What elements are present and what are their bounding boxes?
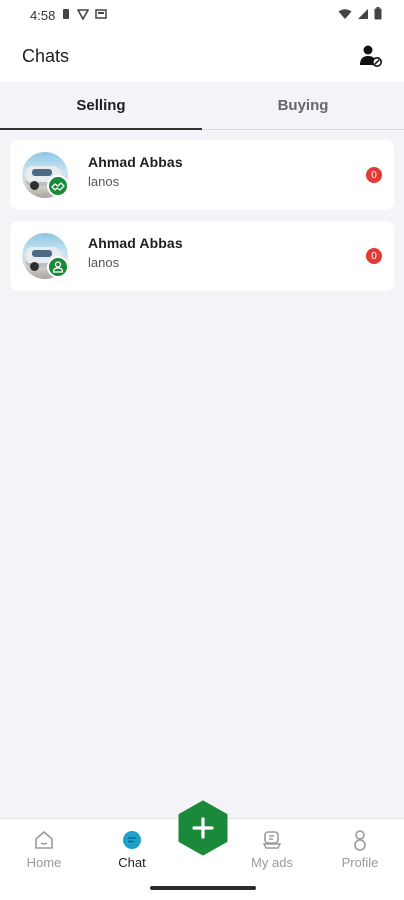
- app-header: Chats: [0, 30, 404, 82]
- clipboard-icon: [95, 8, 108, 23]
- chat-list-item[interactable]: Ahmad Abbas lanos 0: [10, 140, 394, 210]
- chat-name: Ahmad Abbas: [88, 235, 183, 251]
- wifi-icon: [338, 8, 352, 23]
- nav-profile[interactable]: Profile: [325, 829, 395, 870]
- chat-text: Ahmad Abbas lanos: [88, 154, 183, 189]
- nav-home[interactable]: Home: [9, 829, 79, 870]
- status-left: 4:58: [30, 7, 108, 23]
- chat-name: Ahmad Abbas: [88, 154, 183, 170]
- car-wheel: [30, 181, 39, 190]
- chat-subtitle: lanos: [88, 174, 120, 189]
- nav-my-ads-label: My ads: [251, 855, 293, 870]
- chat-icon: [121, 829, 143, 851]
- tab-selling[interactable]: Selling: [0, 82, 202, 130]
- tab-bar: Selling Buying: [0, 82, 404, 130]
- chat-list: Ahmad Abbas lanos 0 Ahmad Abbas lanos 0: [10, 140, 394, 302]
- tab-buying[interactable]: Buying: [202, 82, 404, 129]
- car-wheel: [30, 262, 39, 271]
- vpn-icon: [76, 8, 90, 23]
- plus-icon: [178, 800, 228, 856]
- my-ads-icon: [261, 829, 283, 851]
- home-indicator: [150, 886, 256, 890]
- signal-icon: [357, 8, 369, 23]
- nav-home-label: Home: [26, 855, 62, 870]
- nav-chat-label: Chat: [118, 855, 146, 870]
- home-icon: [33, 829, 55, 851]
- unread-badge: 0: [366, 248, 382, 264]
- status-bar: 4:58: [0, 0, 404, 30]
- person-icon: [47, 256, 69, 278]
- add-ad-button[interactable]: [176, 800, 230, 856]
- status-time: 4:58: [30, 7, 56, 23]
- chat-text: Ahmad Abbas lanos: [88, 235, 183, 270]
- nav-profile-label: Profile: [341, 855, 379, 870]
- status-right: [338, 7, 382, 23]
- sim-icon: [61, 8, 71, 23]
- handshake-icon: [47, 175, 69, 197]
- battery-icon: [374, 7, 382, 23]
- unread-badge: 0: [366, 167, 382, 183]
- nav-my-ads[interactable]: My ads: [237, 829, 307, 870]
- user-block-icon[interactable]: [358, 43, 384, 69]
- nav-chat[interactable]: Chat: [97, 829, 167, 870]
- chat-subtitle: lanos: [88, 255, 120, 270]
- profile-icon: [349, 829, 371, 851]
- chat-list-item[interactable]: Ahmad Abbas lanos 0: [10, 221, 394, 291]
- page-title: Chats: [22, 45, 70, 66]
